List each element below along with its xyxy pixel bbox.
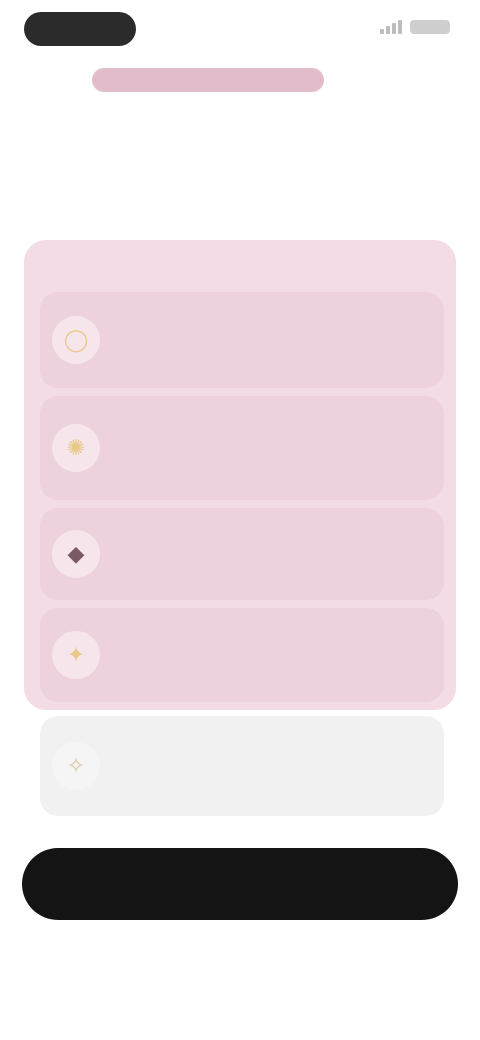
signal-icon xyxy=(380,20,402,34)
screen: ◯ ✺ ◆ ✦ ✧ xyxy=(0,0,480,1040)
leaf-icon: ✧ xyxy=(52,742,100,790)
option-5-text xyxy=(120,761,420,771)
progress-bar xyxy=(92,68,324,92)
star-icon: ✦ xyxy=(52,631,100,679)
status-indicators xyxy=(380,20,450,34)
circle-icon: ◯ xyxy=(52,316,100,364)
option-4[interactable]: ✦ xyxy=(40,608,444,702)
option-1-text xyxy=(120,335,420,345)
option-2[interactable]: ✺ xyxy=(40,396,444,500)
option-5[interactable]: ✧ xyxy=(40,716,444,816)
option-3-text xyxy=(120,549,420,559)
drop-icon: ◆ xyxy=(52,530,100,578)
option-2-text xyxy=(120,443,420,453)
option-4-text xyxy=(120,650,420,660)
continue-button[interactable] xyxy=(22,848,458,920)
sun-icon: ✺ xyxy=(52,424,100,472)
dynamic-island xyxy=(24,12,136,46)
battery-icon xyxy=(410,20,450,34)
option-3[interactable]: ◆ xyxy=(40,508,444,600)
option-1[interactable]: ◯ xyxy=(40,292,444,388)
status-bar xyxy=(0,0,480,60)
